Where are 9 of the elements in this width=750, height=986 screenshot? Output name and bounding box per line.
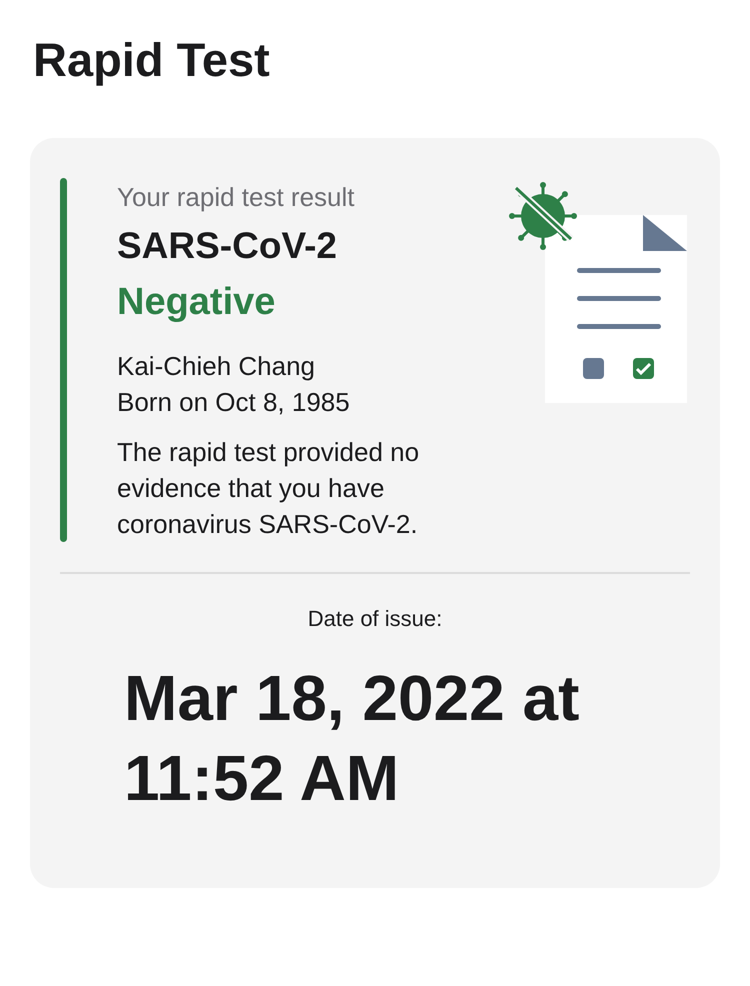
- birth-date: Born on Oct 8, 1985: [117, 386, 351, 419]
- issue-label: Date of issue:: [306, 606, 444, 632]
- test-name: SARS-CoV-2: [117, 224, 338, 268]
- result-caption: Your rapid test result: [117, 181, 356, 214]
- person-name: Kai-Chieh Chang: [117, 350, 316, 383]
- page-title: Rapid Test: [33, 32, 271, 88]
- issue-date: Mar 18, 2022 at 11:52 AM: [124, 661, 580, 816]
- result-status: Negative: [117, 280, 276, 325]
- result-description: The rapid test provided no evidence that you have coronavirus SARS-CoV-2.: [117, 436, 420, 541]
